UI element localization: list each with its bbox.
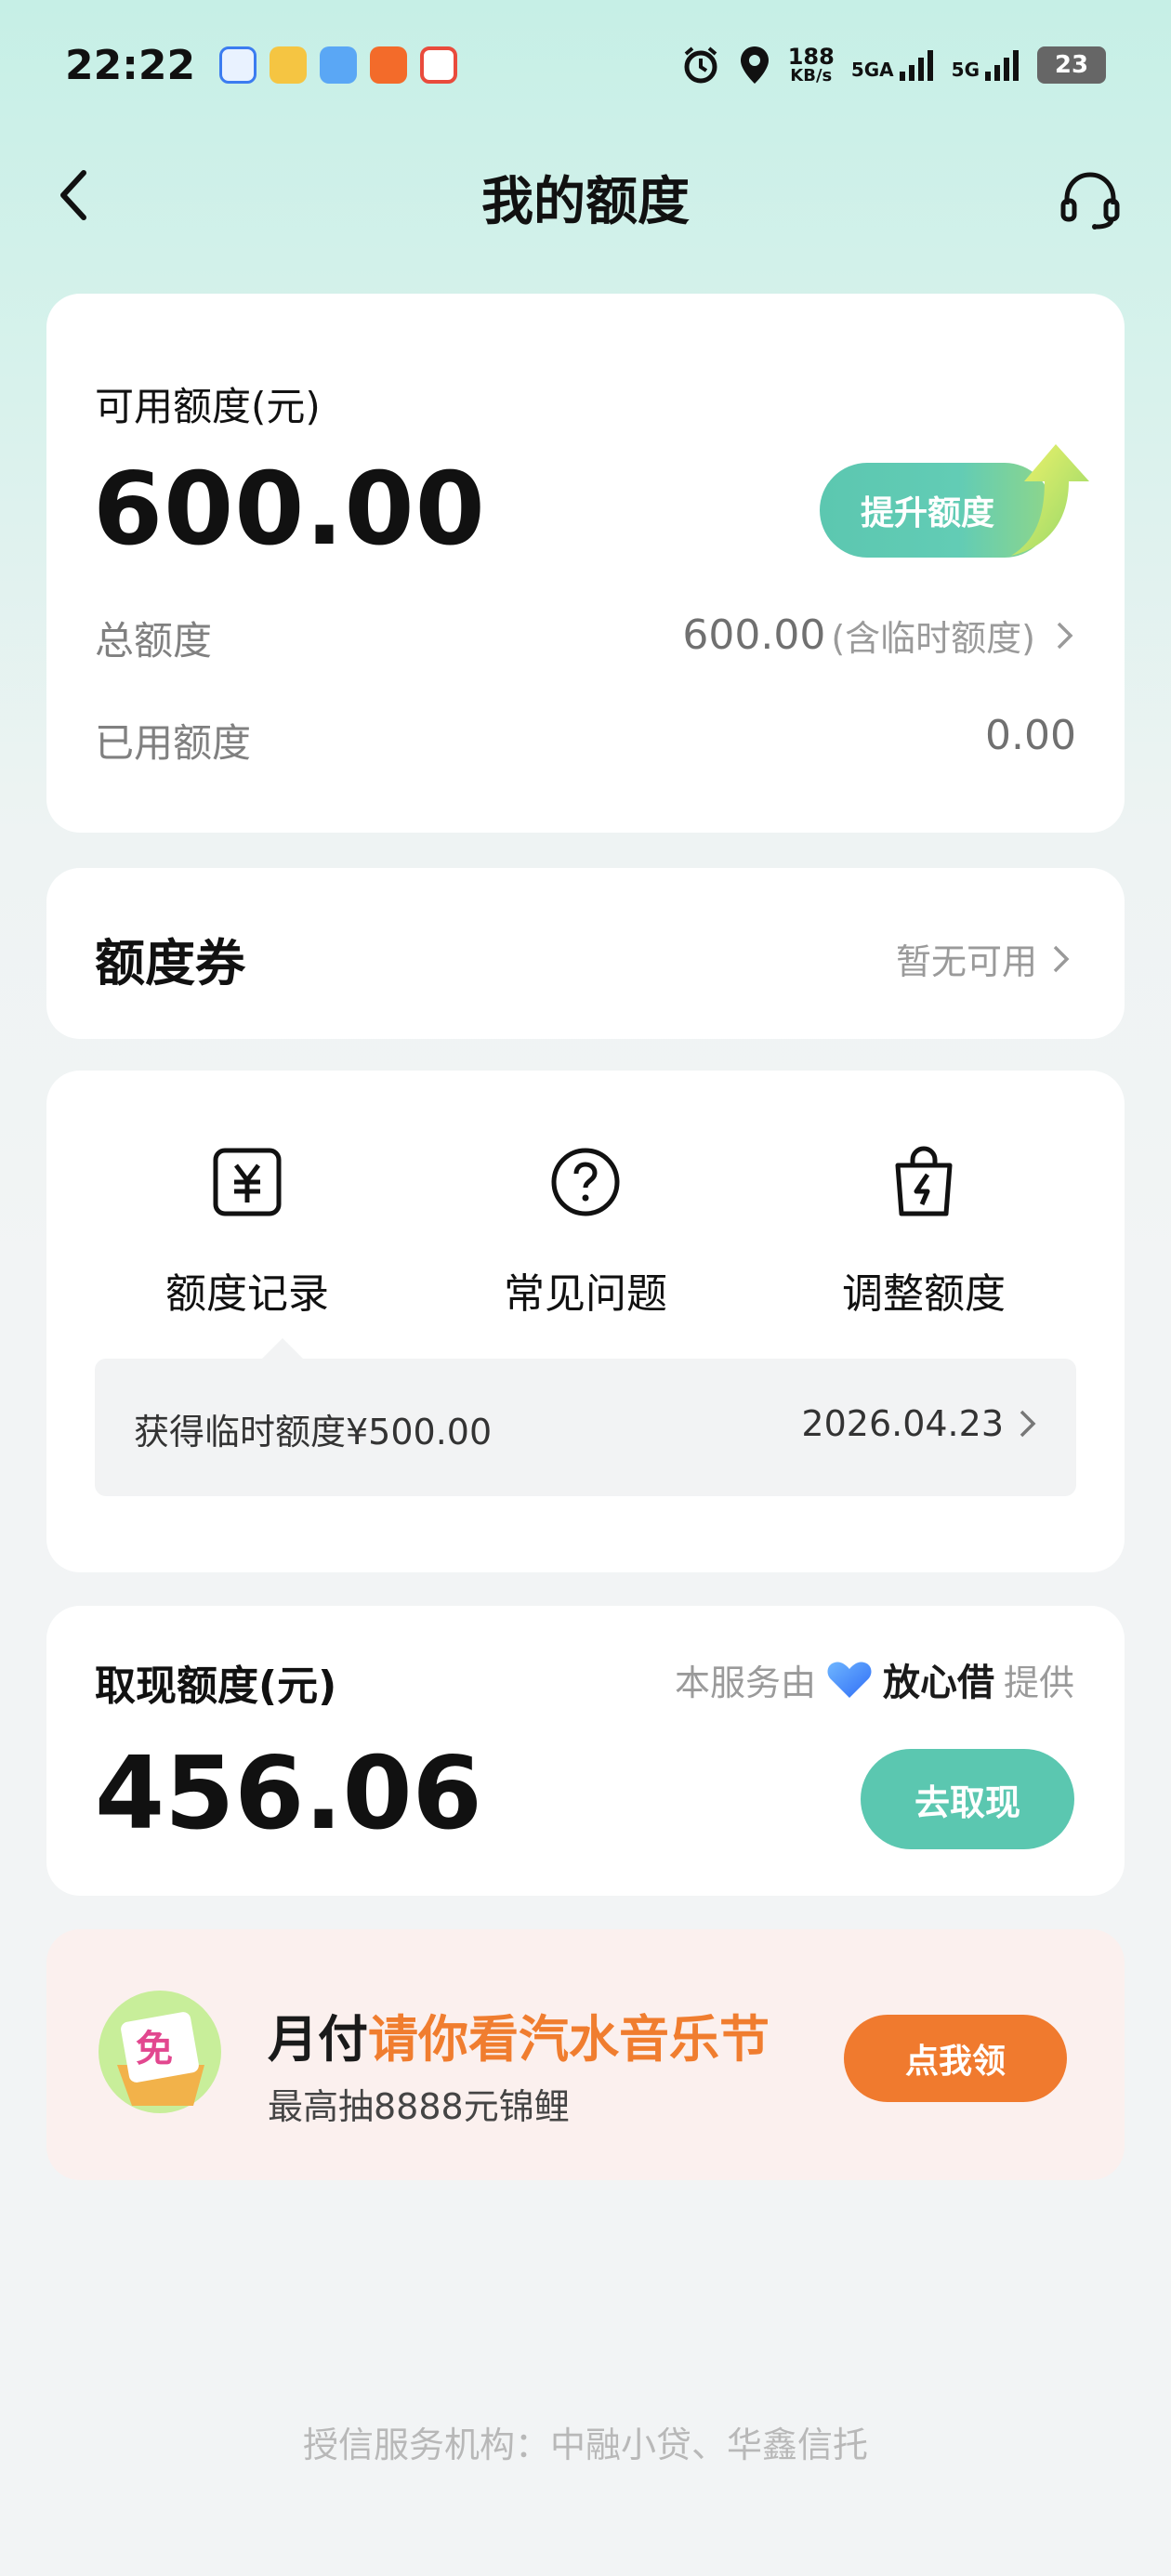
withdraw-button[interactable]: 去取现 — [861, 1749, 1074, 1849]
voucher-label: 额度券 — [95, 934, 245, 992]
raise-arrow-icon — [1011, 444, 1089, 556]
limit-record-action[interactable]: 额度记录 — [108, 1145, 387, 1320]
temp-limit-tip-text: 获得临时额度¥500.00 — [134, 1412, 493, 1452]
quick-actions-card: 额度记录 常见问题 调整额度 获得临时额度¥500.00 2026.04.23 — [46, 1071, 1125, 1572]
customer-service-icon[interactable] — [1058, 167, 1123, 232]
signal-bars-icon — [899, 50, 933, 81]
adjust-limit-label: 调整额度 — [842, 1270, 1006, 1318]
voucher-card[interactable]: 额度券 暂无可用 — [46, 868, 1125, 1039]
promo-title: 月付请你看汽水音乐节 — [268, 1998, 770, 2071]
net-speed-value: 188 — [787, 44, 835, 70]
total-limit-note: (含临时额度) — [831, 618, 1035, 659]
used-limit-value: 0.00 — [985, 712, 1076, 759]
cash-limit-card: 取现额度(元) 本服务由 放心借 提供 456.06 去取现 — [46, 1606, 1125, 1896]
app-wallet-icon — [270, 46, 308, 84]
limit-card: 可用额度(元) 600.00 提升额度 总额度 600.00 (含临时额度) 已… — [46, 294, 1125, 833]
sim2-label: 5G — [951, 59, 980, 81]
status-indicators: 188 KB/s 5GA 5G 23 — [680, 45, 1106, 85]
lightning-bag-icon — [895, 1146, 953, 1216]
raise-limit-label: 提升额度 — [861, 494, 995, 532]
chevron-right-icon — [1020, 1410, 1036, 1438]
status-app-icons — [219, 46, 458, 84]
signal-bars-icon — [985, 50, 1019, 81]
question-icon — [551, 1148, 620, 1216]
promo-title-prefix: 月付 — [268, 2010, 368, 2069]
net-speed: 188 KB/s — [788, 46, 835, 85]
provider-prefix: 本服务由 — [674, 1662, 816, 1703]
provider-brand: 放心借 — [882, 1662, 994, 1704]
available-limit-amount: 600.00 — [93, 452, 486, 568]
temp-limit-tip[interactable]: 获得临时额度¥500.00 2026.04.23 — [95, 1338, 1076, 1496]
temp-limit-tip-date: 2026.04.23 — [801, 1403, 1004, 1444]
app-store-icon — [320, 46, 358, 84]
voucher-status-text: 暂无可用 — [895, 941, 1037, 982]
claim-button[interactable]: 点我领 — [844, 2015, 1067, 2102]
voucher-status: 暂无可用 — [896, 933, 1072, 984]
alarm-icon — [684, 46, 717, 84]
used-limit-label: 已用额度 — [95, 720, 252, 766]
sim1-label: 5GA — [850, 59, 894, 81]
limit-record-label: 额度记录 — [165, 1270, 329, 1318]
status-time: 22:22 — [65, 41, 196, 89]
total-limit-row[interactable]: 600.00 (含临时额度) — [682, 610, 1076, 661]
promo-title-highlight: 请你看汽水音乐节 — [368, 2010, 770, 2069]
app-game-icon — [370, 46, 408, 84]
net-speed-unit: KB/s — [790, 66, 833, 85]
withdraw-button-label: 去取现 — [914, 1781, 1020, 1823]
app-notification-icon — [219, 46, 257, 84]
signal-sim2: 5G — [952, 49, 1020, 81]
total-limit-value: 600.00 — [682, 611, 826, 659]
yuan-record-icon — [213, 1148, 282, 1216]
promo-card[interactable]: 免 月付请你看汽水音乐节 最高抽8888元锦鲤 点我领 — [46, 1929, 1125, 2180]
signal-sim1: 5GA — [851, 49, 935, 81]
provider-suffix: 提供 — [1003, 1662, 1074, 1703]
faq-action[interactable]: 常见问题 — [446, 1145, 725, 1320]
promo-subtitle: 最高抽8888元锦鲤 — [268, 2086, 570, 2127]
nav-bar: 我的额度 — [0, 149, 1171, 242]
free-ticket-icon: 免 — [99, 1991, 221, 2113]
total-limit-label: 总额度 — [95, 618, 213, 664]
temp-limit-tip-date-row: 2026.04.23 — [801, 1403, 1039, 1444]
chevron-right-icon — [1053, 945, 1070, 972]
free-ticket-text: 免 — [136, 2028, 173, 2070]
claim-button-label: 点我领 — [904, 2043, 1006, 2081]
battery-indicator: 23 — [1037, 46, 1106, 84]
fangxinjie-logo-icon — [827, 1662, 872, 1698]
app-browser-icon — [420, 46, 458, 84]
cash-limit-amount: 456.06 — [95, 1736, 482, 1852]
adjust-limit-action[interactable]: 调整额度 — [784, 1145, 1063, 1320]
footer-credit-institutions: 授信服务机构：中融小贷、华鑫信托 — [302, 2425, 868, 2465]
status-bar: 22:22 188 KB/s 5GA 5G 23 — [0, 0, 1171, 130]
location-icon — [740, 46, 769, 84]
page-title: 我的额度 — [481, 172, 690, 232]
cash-limit-label: 取现额度(元) — [95, 1663, 337, 1710]
tip-caret — [262, 1338, 303, 1359]
faq-label: 常见问题 — [504, 1270, 667, 1318]
used-limit-row: 0.00 — [985, 712, 1076, 759]
service-provider: 本服务由 放心借 提供 — [675, 1652, 1074, 1706]
available-limit-label: 可用额度(元) — [95, 384, 321, 429]
chevron-right-icon — [1057, 622, 1073, 649]
